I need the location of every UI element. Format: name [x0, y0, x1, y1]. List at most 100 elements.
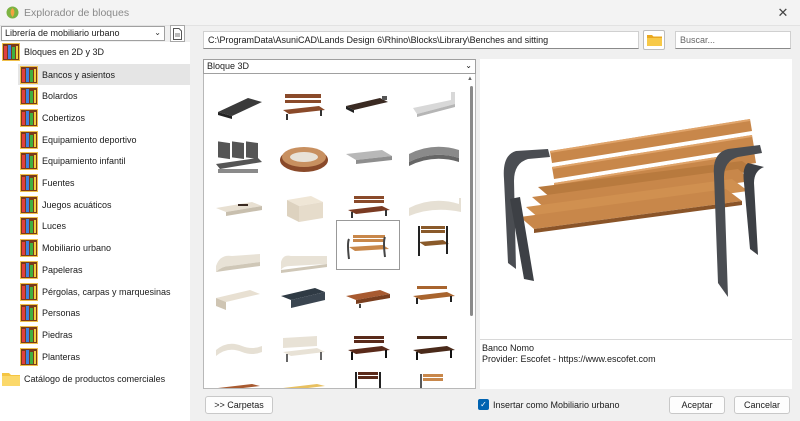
document-button[interactable]	[170, 25, 185, 42]
blocks-library-icon	[20, 130, 38, 149]
tree-item-label: Papeleras	[42, 264, 83, 275]
bench-thumbnail[interactable]	[208, 274, 270, 324]
tree-item-label: Personas	[42, 308, 81, 319]
bench-thumbnail[interactable]	[208, 326, 270, 376]
tree-item-label: Mobiliario urbano	[42, 243, 112, 254]
cancel-button[interactable]: Cancelar	[734, 396, 790, 414]
document-icon	[173, 27, 182, 40]
close-icon[interactable]: ✕	[766, 0, 800, 26]
blocks-library-icon	[20, 325, 38, 344]
tree-root[interactable]: Bloques en 2D y 3D	[2, 41, 104, 62]
blocks-library-icon	[20, 152, 38, 171]
bench-thumbnail[interactable]	[273, 326, 335, 376]
chair-thumbnail[interactable]	[338, 366, 400, 389]
tree-item-label: Cobertizos	[42, 112, 86, 123]
blocks-library-icon	[2, 42, 20, 61]
tree-item[interactable]: Equipamiento deportivo	[20, 129, 137, 150]
bench-thumbnail[interactable]	[403, 80, 465, 130]
tree-item[interactable]: Personas	[20, 303, 80, 324]
bench-thumbnail[interactable]	[208, 80, 270, 130]
tree-item-label: Fuentes	[42, 178, 75, 188]
tree-item[interactable]: Bolardos	[20, 86, 78, 107]
bench-thumbnail[interactable]	[273, 80, 335, 130]
bench-thumbnail[interactable]	[273, 274, 335, 324]
tree-root-label: Bloques en 2D y 3D	[24, 46, 105, 57]
tree-item[interactable]: Luces	[20, 216, 66, 237]
insert-as-furniture-checkbox[interactable]: ✓ Insertar como Mobiliario urbano	[478, 399, 620, 410]
tree-item-label: Planteras	[42, 351, 81, 362]
bench-thumbnail[interactable]	[273, 184, 335, 234]
tree-item[interactable]: Equipamiento infantil	[20, 151, 126, 172]
tree-folder[interactable]: Catálogo de productos comerciales	[2, 368, 165, 389]
tree-item[interactable]: Bancos y asientos	[18, 64, 190, 85]
banco-nomo-thumbnail	[347, 235, 389, 260]
tree-item[interactable]: Fuentes	[20, 173, 75, 194]
bench-thumbnail[interactable]	[208, 374, 270, 389]
blocks-library-icon	[20, 217, 38, 236]
bench-thumbnail[interactable]	[338, 274, 400, 324]
block-name: Banco Nomo	[482, 343, 535, 353]
bench-thumbnail[interactable]	[208, 184, 270, 234]
bench-thumbnail[interactable]	[273, 132, 335, 182]
library-dropdown-value: Librería de mobiliario urbano	[5, 28, 120, 38]
tree-item[interactable]: Planteras	[20, 346, 80, 367]
bench-thumbnail-selected[interactable]	[336, 220, 400, 270]
path-field[interactable]: C:\ProgramData\AsuniCAD\Lands Design 6\R…	[203, 31, 639, 49]
blocks-library-icon	[20, 304, 38, 323]
scrollbar-thumb[interactable]	[470, 86, 473, 316]
tree-item[interactable]: Piedras	[20, 324, 73, 345]
blocks-library-icon	[20, 260, 38, 279]
block-provider: Provider: Escofet - https://www.escofet.…	[482, 354, 656, 364]
blocks-library-icon	[20, 174, 38, 192]
chair-thumbnail[interactable]	[403, 366, 465, 389]
blocks-library-icon	[20, 87, 38, 106]
blocks-library-icon	[20, 195, 38, 214]
checkmark-icon: ✓	[478, 399, 489, 410]
block-thumbnail-grid: ▲	[203, 74, 476, 389]
blocks-library-icon	[20, 65, 38, 84]
bench-thumbnail[interactable]	[208, 132, 270, 182]
app-logo-icon	[6, 6, 19, 19]
tree-item-label: Piedras	[42, 329, 73, 340]
tree-item[interactable]: Cobertizos	[20, 107, 85, 128]
category-tree: Bloques en 2D y 3D Bancos y asientos Bola…	[0, 42, 190, 421]
banco-nomo-preview	[503, 119, 764, 297]
tree-item-label: Juegos acuáticos	[42, 199, 112, 210]
bench-thumbnail[interactable]	[403, 132, 465, 182]
block-info: Banco Nomo Provider: Escofet - https://w…	[480, 339, 792, 389]
bench-thumbnail[interactable]	[338, 132, 400, 182]
tree-item[interactable]: Mobiliario urbano	[20, 238, 111, 259]
block-type-dropdown[interactable]: Bloque 3D ⌄	[203, 59, 476, 74]
tree-item-label: Equipamiento infantil	[42, 156, 126, 167]
blocks-library-icon	[20, 282, 38, 301]
tree-item-label: Bancos y asientos	[42, 69, 116, 80]
chevron-down-icon: ⌄	[154, 28, 161, 37]
bench-thumbnail[interactable]	[338, 80, 400, 130]
accept-button[interactable]: Aceptar	[669, 396, 725, 414]
tree-item-label: Bolardos	[42, 91, 78, 102]
tree-folder-label: Catálogo de productos comerciales	[24, 373, 166, 384]
tree-item-label: Luces	[42, 221, 67, 232]
blocks-library-icon	[20, 347, 38, 366]
folder-icon	[646, 35, 662, 46]
bench-thumbnail[interactable]	[273, 374, 335, 389]
bench-thumbnail[interactable]	[403, 274, 465, 324]
chair-thumbnail[interactable]	[403, 220, 465, 270]
folders-button[interactable]: >> Carpetas	[205, 396, 273, 414]
blocks-library-icon	[20, 108, 38, 127]
scroll-up-arrow-icon[interactable]: ▲	[467, 76, 473, 82]
search-input[interactable]: Buscar...	[675, 31, 791, 49]
browse-folder-button[interactable]	[643, 30, 665, 50]
block-type-value: Bloque 3D	[207, 61, 250, 71]
preview-panel	[480, 59, 792, 339]
title-bar: Explorador de bloques ✕	[0, 0, 800, 26]
library-dropdown[interactable]: Librería de mobiliario urbano ⌄	[1, 26, 165, 41]
tree-item[interactable]: Pérgolas, carpas y marquesinas	[20, 281, 171, 302]
tree-item[interactable]: Juegos acuáticos	[20, 194, 112, 215]
blocks-library-icon	[20, 239, 38, 258]
insert-as-furniture-label: Insertar como Mobiliario urbano	[493, 399, 620, 410]
chevron-down-icon: ⌄	[465, 61, 472, 70]
tree-item[interactable]: Papeleras	[20, 259, 83, 280]
window-title: Explorador de bloques	[24, 7, 130, 19]
tree-item-label: Pérgolas, carpas y marquesinas	[42, 286, 171, 297]
